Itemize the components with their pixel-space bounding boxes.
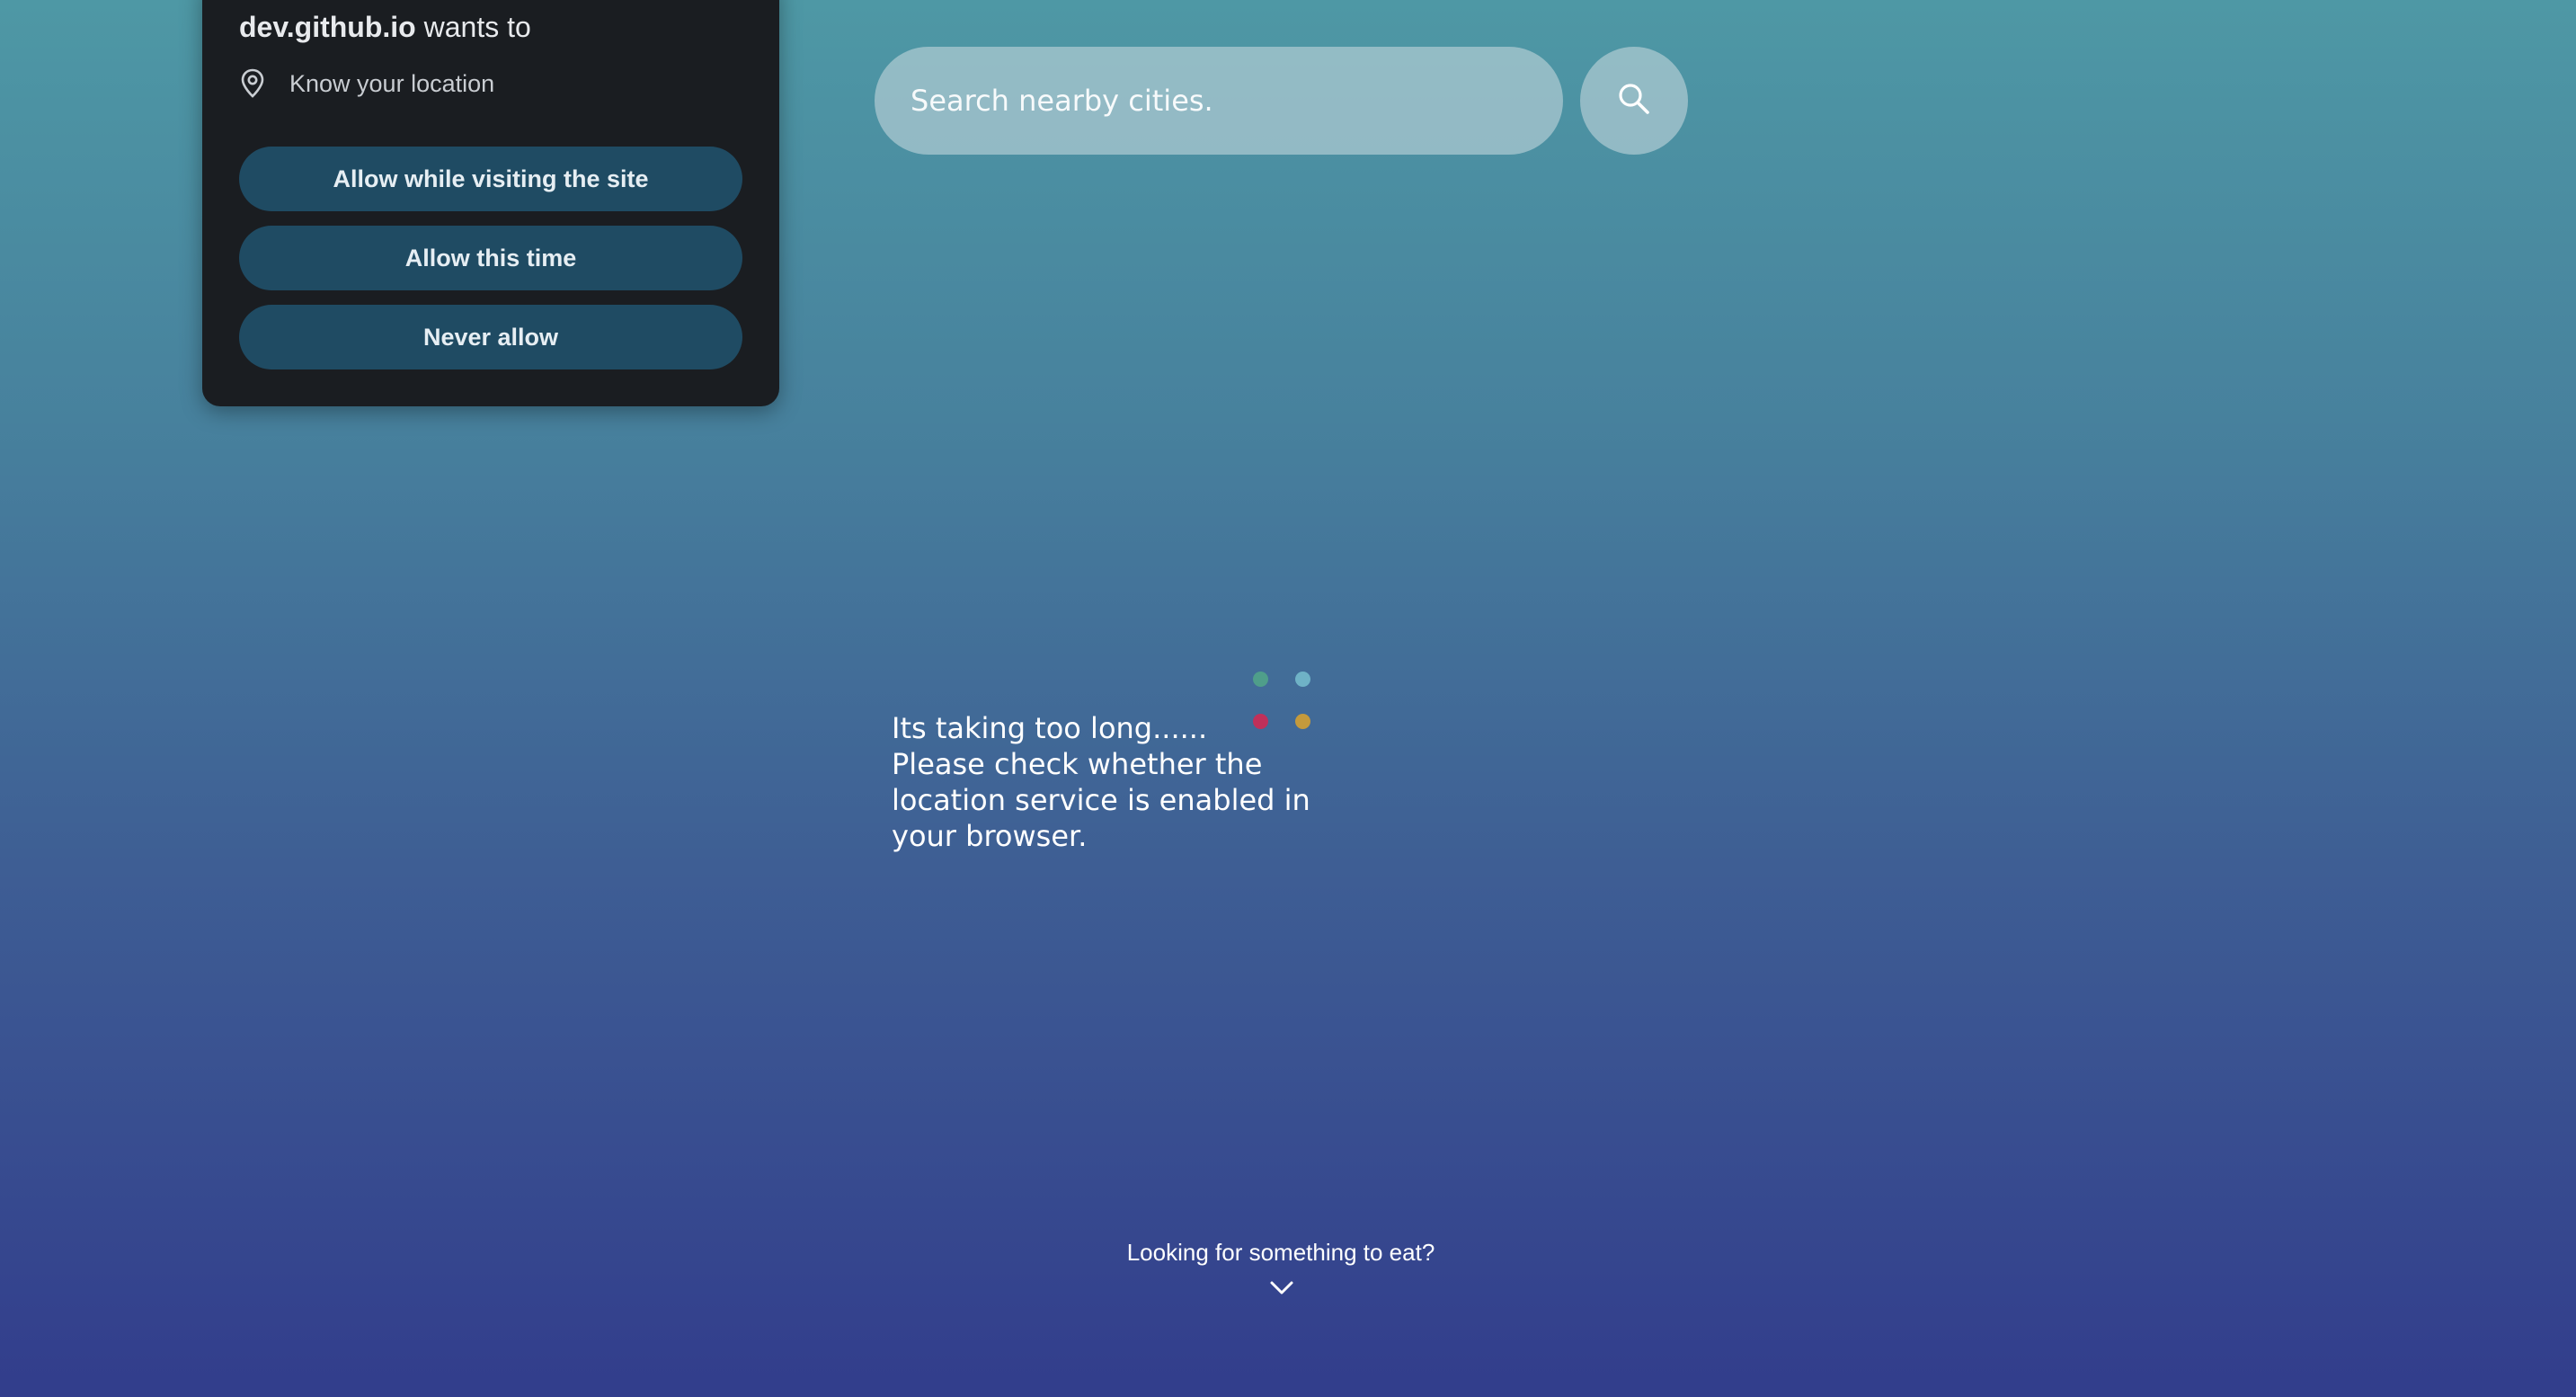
food-prompt-text: Looking for something to eat? — [1126, 1239, 1435, 1266]
status-line: Please check whether the — [892, 747, 1263, 781]
allow-this-time-button[interactable]: Allow this time — [239, 226, 742, 290]
loader-dot-green — [1253, 672, 1268, 687]
chevron-down-icon[interactable] — [1268, 1277, 1295, 1298]
search-input[interactable] — [875, 47, 1563, 155]
search-icon — [1616, 81, 1652, 120]
location-pin-icon — [239, 68, 266, 99]
popup-title-suffix: wants to — [415, 11, 531, 43]
allow-while-visiting-button[interactable]: Allow while visiting the site — [239, 147, 742, 211]
status-line: your browser. — [892, 819, 1088, 853]
permission-location-label: Know your location — [289, 69, 495, 97]
search-button[interactable] — [1580, 47, 1688, 155]
loader-dot-blue — [1295, 672, 1310, 687]
never-allow-button[interactable]: Never allow — [239, 305, 742, 369]
popup-host: dev.github.io — [239, 11, 416, 43]
location-timeout-message: Its taking too long...... Please check w… — [892, 710, 1323, 854]
status-line: location service is enabled in — [892, 783, 1310, 817]
location-permission-popup: g dev.github.io wants to Know your locat… — [202, 0, 779, 406]
popup-title: dev.github.io wants to — [239, 11, 531, 44]
status-line: Its taking too long...... — [892, 711, 1208, 745]
permission-location-row: Know your location — [239, 67, 494, 100]
